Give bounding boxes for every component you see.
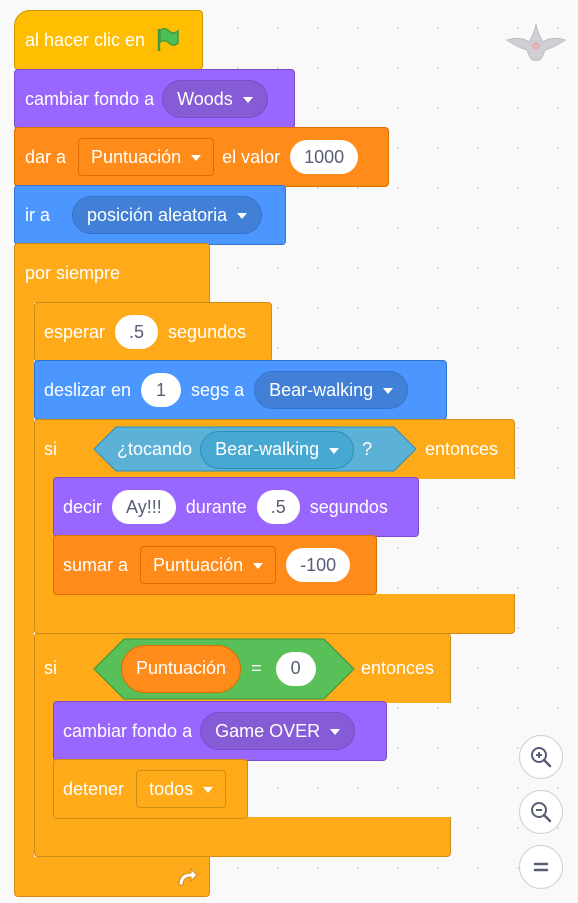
chevron-down-icon [203, 787, 214, 793]
variable-dropdown-value: Puntuación [91, 146, 182, 167]
go-to-dropdown-value: posición aleatoria [87, 204, 228, 225]
say-label: decir [63, 496, 103, 517]
change-variable-block[interactable]: sumar a Puntuación -100 [53, 535, 377, 595]
say-label3: segundos [309, 496, 388, 517]
if-then-label: entonces [425, 439, 499, 459]
score-reporter[interactable]: Puntuación [121, 644, 242, 693]
switch-backdrop-block-2[interactable]: cambiar fondo a Game OVER [53, 701, 387, 761]
wait-label2: segundos [168, 321, 247, 342]
stop-dropdown[interactable]: todos [136, 770, 227, 808]
green-flag-icon [157, 27, 179, 51]
say-for-block[interactable]: decir Ay!!! durante .5 segundos [53, 477, 419, 537]
change-variable-dropdown[interactable]: Puntuación [140, 546, 277, 584]
if-touching-block-bottom[interactable] [34, 594, 515, 634]
backdrop-dropdown-value: Woods [177, 88, 233, 109]
go-to-block[interactable]: ir a posición aleatoria [14, 185, 286, 245]
backdrop-dropdown-2-value: Game OVER [215, 720, 321, 741]
touching-dropdown-value: Bear-walking [215, 439, 320, 459]
equals-operator: = [251, 658, 262, 678]
backdrop-dropdown-2[interactable]: Game OVER [200, 712, 356, 750]
touching-question: ? [362, 439, 373, 459]
say-label2: durante [185, 496, 247, 517]
backdrop-dropdown[interactable]: Woods [162, 80, 268, 118]
chevron-down-icon [383, 388, 394, 394]
stop-label: detener [63, 778, 125, 799]
if-touching-block-arm [34, 476, 54, 596]
value-input[interactable]: 1000 [290, 140, 359, 174]
forever-block-bottom[interactable] [14, 857, 210, 897]
glide-target-dropdown[interactable]: Bear-walking [254, 371, 409, 409]
wait-label: esperar [44, 321, 106, 342]
switch-backdrop-label-2: cambiar fondo a [63, 720, 193, 741]
if2-then-label: entonces [361, 658, 435, 678]
set-variable-label: dar a [25, 146, 67, 167]
loop-arrow-icon [178, 867, 198, 886]
go-to-dropdown[interactable]: posición aleatoria [72, 196, 263, 234]
stop-dropdown-value: todos [149, 778, 194, 799]
zoom-reset-icon [533, 862, 549, 872]
zoom-out-icon [531, 802, 552, 823]
zoom-in-button[interactable] [519, 735, 563, 779]
forever-block-top[interactable]: por siempre [14, 243, 210, 303]
glide-label: deslizar en [44, 379, 132, 400]
change-variable-label: sumar a [63, 554, 129, 575]
variable-dropdown[interactable]: Puntuación [78, 138, 215, 176]
say-message-input[interactable]: Ay!!! [112, 490, 176, 524]
switch-backdrop-block[interactable]: cambiar fondo a Woods [14, 69, 295, 129]
touching-label: ¿tocando [117, 439, 193, 459]
if-equals-block-arm [34, 700, 54, 820]
switch-backdrop-label: cambiar fondo a [25, 88, 155, 109]
set-variable-label2: el valor [222, 146, 281, 167]
equals-value-input[interactable]: 0 [275, 651, 316, 686]
zoom-out-button[interactable] [519, 790, 563, 834]
wait-block[interactable]: esperar .5 segundos [34, 302, 272, 362]
if-label: si [44, 439, 57, 459]
touching-dropdown[interactable]: Bear-walking [200, 430, 355, 469]
change-variable-value: Puntuación [153, 554, 244, 575]
forever-block-arm [14, 300, 34, 860]
chevron-down-icon [237, 213, 248, 219]
change-amount-input[interactable]: -100 [286, 548, 351, 582]
go-to-label: ir a [25, 204, 51, 225]
zoom-in-icon [531, 747, 552, 768]
glide-label2: segs a [191, 379, 245, 400]
wait-seconds-input[interactable]: .5 [115, 315, 159, 349]
chevron-down-icon [329, 447, 340, 454]
when-flag-clicked-block[interactable]: al hacer clic en [14, 10, 203, 70]
stop-block[interactable]: detener todos [53, 759, 248, 819]
if2-label: si [44, 658, 57, 678]
chevron-down-icon [242, 97, 253, 103]
glide-block[interactable]: deslizar en 1 segs a Bear-walking [34, 360, 447, 420]
zoom-reset-button[interactable] [519, 845, 563, 889]
forever-label: por siempre [25, 263, 121, 283]
set-variable-block[interactable]: dar a Puntuación el valor 1000 [14, 127, 389, 187]
glide-seconds-input[interactable]: 1 [141, 373, 182, 407]
chevron-down-icon [191, 155, 202, 161]
glide-target-value: Bear-walking [269, 379, 374, 400]
chevron-down-icon [330, 729, 341, 735]
if-equals-block-top[interactable]: si Puntuación = 0 entonces [34, 633, 451, 703]
chevron-down-icon [253, 563, 264, 569]
say-seconds-input[interactable]: .5 [256, 490, 300, 524]
when-flag-label: al hacer clic en [25, 29, 146, 50]
if-touching-block-top[interactable]: si ¿tocando Bear-walking ? entonces [34, 419, 515, 479]
if-equals-block-bottom[interactable] [34, 817, 451, 857]
bat-sprite-icon [505, 23, 567, 61]
